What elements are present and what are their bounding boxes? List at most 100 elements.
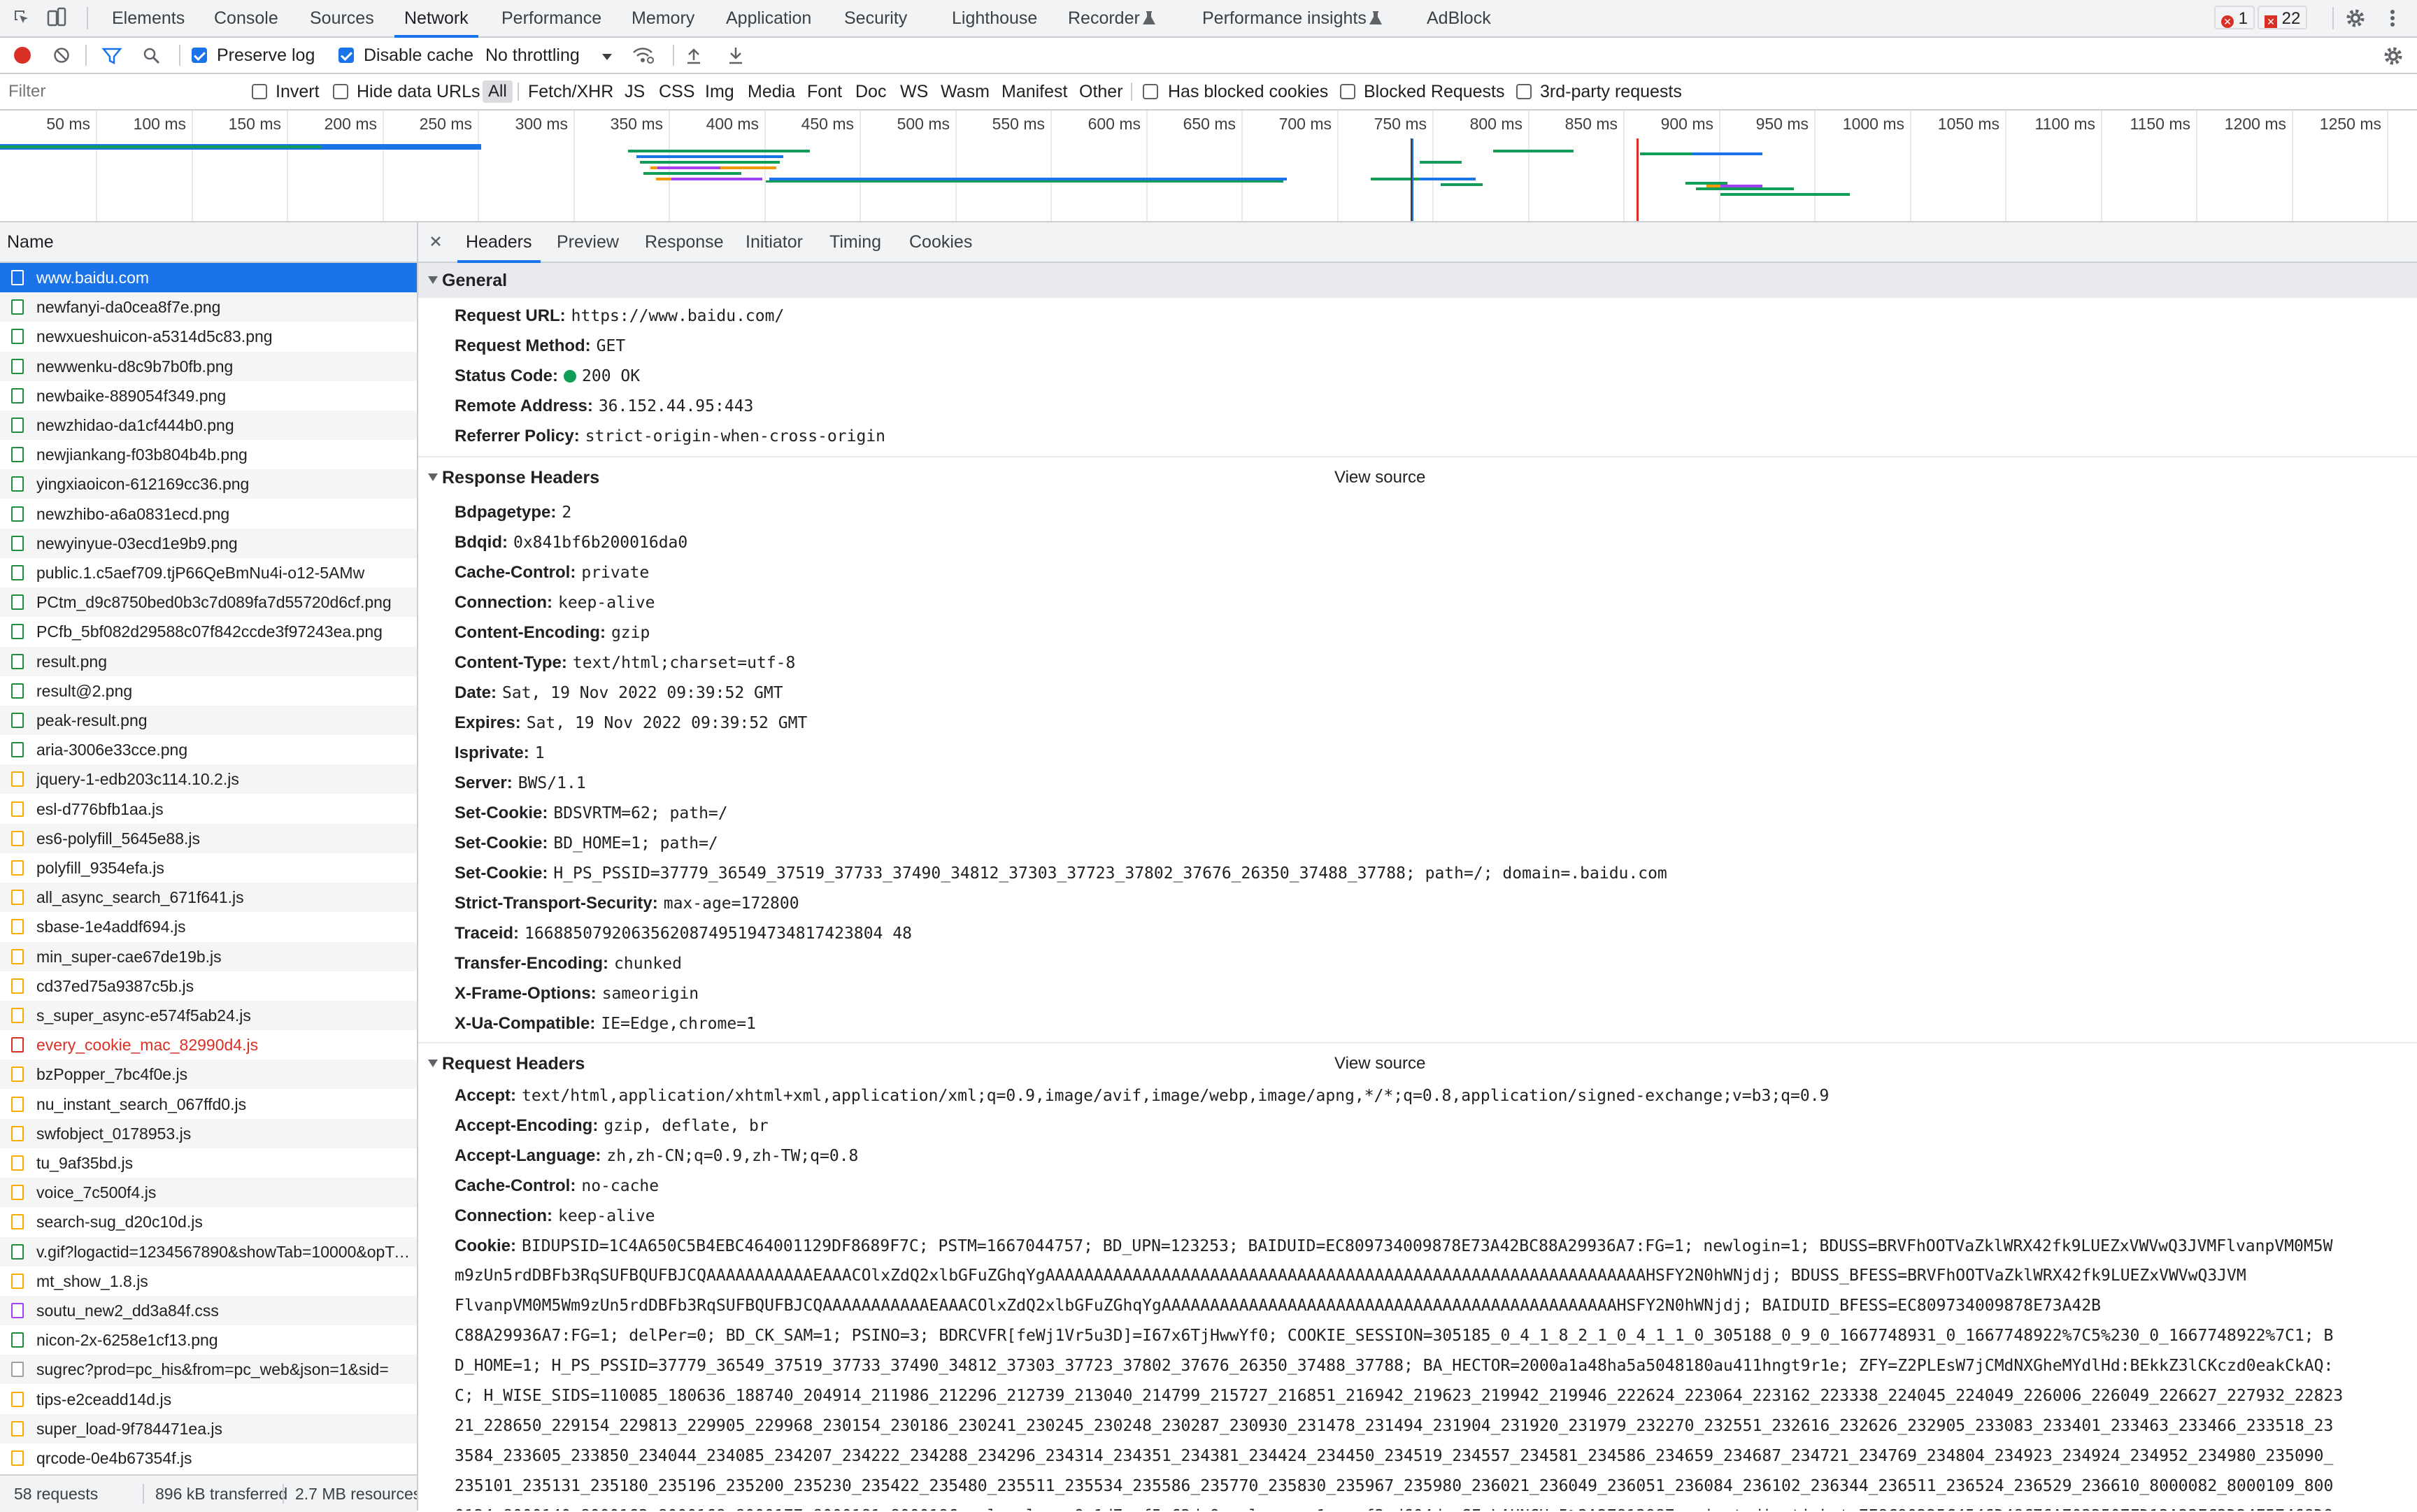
request-row[interactable]: sugrec?prod=pc_his&from=pc_web&json=1&si… — [0, 1355, 417, 1385]
header-row[interactable]: Set-Cookie: BD_HOME=1; path=/ — [455, 828, 2413, 858]
request-row[interactable]: newfanyi-da0cea8f7e.png — [0, 292, 417, 322]
type-filter-media[interactable]: Media — [748, 74, 795, 109]
tab-preview[interactable]: Preview — [557, 222, 619, 262]
header-row[interactable]: Request URL: https://www.baidu.com/ — [455, 301, 2413, 331]
request-row[interactable]: v.gif?logactid=1234567890&showTab=10000&… — [0, 1236, 417, 1267]
request-row[interactable]: voice_7c500f4.js — [0, 1178, 417, 1208]
tab-security[interactable]: Security — [844, 0, 907, 36]
network-overview-timeline[interactable]: 50 ms 100 ms 150 ms 200 ms 250 ms 300 ms 350 m… — [0, 110, 2417, 222]
request-row[interactable]: newzhibo-a6a0831ecd.png — [0, 499, 417, 529]
header-row[interactable]: Accept: text/html,application/xhtml+xml,a… — [455, 1080, 2413, 1111]
request-row[interactable]: public.1.c5aef709.tjP66QeBmNu4i-o12-5AMw — [0, 558, 417, 587]
warning-count-badge[interactable]: ✕ 22 — [2258, 6, 2308, 29]
view-source-link[interactable]: View source — [1334, 460, 1425, 495]
preserve-log-checkbox[interactable] — [192, 48, 207, 63]
type-filter-ws[interactable]: WS — [900, 74, 928, 109]
filter-input[interactable] — [4, 78, 232, 105]
request-row[interactable]: swfobject_0178953.js — [0, 1118, 417, 1148]
tab-initiator[interactable]: Initiator — [746, 222, 803, 262]
request-row[interactable]: all_async_search_671f641.js — [0, 883, 417, 913]
header-row[interactable]: Set-Cookie: BDSVRTM=62; path=/ — [455, 798, 2413, 828]
request-row[interactable]: tips-e2ceadd14d.js — [0, 1385, 417, 1414]
header-row[interactable]: Isprivate: 1 — [455, 738, 2413, 768]
request-row[interactable]: www.baidu.com — [0, 263, 417, 292]
throttling-select[interactable]: No throttling — [485, 38, 580, 73]
header-row[interactable]: Bdqid: 0x841bf6b200016da0 — [455, 527, 2413, 557]
view-source-link[interactable]: View source — [1334, 1046, 1425, 1081]
name-column-header[interactable]: Name — [0, 222, 417, 263]
header-row[interactable]: X-Ua-Compatible: IE=Edge,chrome=1 — [455, 1008, 2413, 1039]
request-row[interactable]: aria-3006e33cce.png — [0, 735, 417, 764]
header-row[interactable]: Request Method: GET — [455, 331, 2413, 361]
request-row[interactable]: soutu_new2_dd3a84f.css — [0, 1296, 417, 1325]
header-row[interactable]: Traceid: 16688507920635620874951947348174… — [455, 918, 2413, 948]
header-row[interactable]: Connection: keep-alive — [455, 587, 2413, 618]
header-row[interactable]: Strict-Transport-Security: max-age=172800 — [455, 888, 2413, 918]
blocked-requests-checkbox[interactable] — [1340, 84, 1355, 99]
request-row[interactable]: nu_instant_search_067ffd0.js — [0, 1090, 417, 1119]
blocked-requests-label[interactable]: Blocked Requests — [1364, 74, 1505, 109]
tab-performance-insights[interactable]: Performance insights — [1202, 0, 1367, 36]
header-row[interactable]: Server: BWS/1.1 — [455, 768, 2413, 798]
request-row[interactable]: yingxiaoicon-612169cc36.png — [0, 469, 417, 499]
request-row[interactable]: search-sug_d20c10d.js — [0, 1207, 417, 1236]
request-row[interactable]: tu_9af35bd.js — [0, 1148, 417, 1178]
tab-elements[interactable]: Elements — [112, 0, 185, 36]
disable-cache-label[interactable]: Disable cache — [364, 38, 473, 73]
header-row[interactable]: Transfer-Encoding: chunked — [455, 948, 2413, 978]
record-button[interactable] — [14, 47, 31, 64]
inspect-element-icon[interactable] — [13, 8, 31, 27]
tab-performance[interactable]: Performance — [501, 0, 601, 36]
request-row[interactable]: esl-d776bfb1aa.js — [0, 794, 417, 824]
request-row[interactable]: polyfill_9354efa.js — [0, 853, 417, 883]
type-filter-fetch-xhr[interactable]: Fetch/XHR — [528, 74, 613, 109]
request-row[interactable]: every_cookie_mac_82990d4.js — [0, 1030, 417, 1060]
import-har-icon[interactable] — [685, 46, 702, 64]
filter-icon[interactable] — [101, 47, 122, 65]
tab-timing[interactable]: Timing — [829, 222, 881, 262]
hide-data-urls-label[interactable]: Hide data URLs — [357, 74, 480, 109]
header-row[interactable]: Remote Address: 36.152.44.95:443 — [455, 391, 2413, 421]
request-row[interactable]: newbaike-889054f349.png — [0, 381, 417, 411]
request-row[interactable]: PCtm_d9c8750bed0b3c7d089fa7d55720d6cf.pn… — [0, 587, 417, 618]
request-row[interactable]: s_super_async-e574f5ab24.js — [0, 1001, 417, 1030]
clear-icon[interactable] — [53, 47, 70, 64]
disable-cache-checkbox[interactable] — [338, 48, 354, 63]
third-party-requests-checkbox[interactable] — [1516, 84, 1532, 99]
type-filter-other[interactable]: Other — [1079, 74, 1123, 109]
type-filter-all[interactable]: All — [483, 80, 513, 103]
tab-adblock[interactable]: AdBlock — [1427, 0, 1491, 36]
search-icon[interactable] — [143, 47, 161, 65]
type-filter-wasm[interactable]: Wasm — [941, 74, 990, 109]
has-blocked-cookies-checkbox[interactable] — [1143, 84, 1158, 99]
request-row[interactable]: jquery-1-edb203c114.10.2.js — [0, 764, 417, 794]
header-row[interactable]: Status Code: 200 OK — [455, 361, 2413, 391]
type-filter-img[interactable]: Img — [705, 74, 734, 109]
gear-icon[interactable] — [2344, 7, 2367, 29]
request-row[interactable]: newwenku-d8c9b7b0fb.png — [0, 351, 417, 381]
type-filter-font[interactable]: Font — [807, 74, 842, 109]
request-row[interactable]: mt_show_1.8.js — [0, 1267, 417, 1296]
header-row[interactable]: Accept-Encoding: gzip, deflate, br — [455, 1111, 2413, 1141]
header-row[interactable]: Accept-Language: zh,zh-CN;q=0.9,zh-TW;q=0… — [455, 1141, 2413, 1171]
type-filter-css[interactable]: CSS — [659, 74, 694, 109]
tab-application[interactable]: Application — [726, 0, 811, 36]
request-headers-section-header[interactable]: Request Headers View source — [418, 1046, 2417, 1081]
more-vertical-icon[interactable] — [2389, 8, 2396, 28]
tab-headers[interactable]: Headers — [457, 222, 540, 263]
request-row[interactable]: min_super-cae67de19b.js — [0, 941, 417, 971]
header-row[interactable]: Bdpagetype: 2 — [455, 497, 2413, 527]
third-party-requests-label[interactable]: 3rd-party requests — [1540, 74, 1682, 109]
type-filter-doc[interactable]: Doc — [855, 74, 886, 109]
header-row[interactable]: Referrer Policy: strict-origin-when-cross… — [455, 421, 2413, 451]
tab-recorder[interactable]: Recorder — [1068, 0, 1140, 36]
header-row[interactable]: Cache-Control: no-cache — [455, 1171, 2413, 1201]
chevron-down-icon[interactable] — [601, 52, 613, 60]
request-row[interactable]: newyinyue-03ecd1e9b9.png — [0, 528, 417, 558]
request-row[interactable]: cd37ed75a9387c5b.js — [0, 971, 417, 1001]
header-row[interactable]: Date: Sat, 19 Nov 2022 09:39:52 GMT — [455, 678, 2413, 708]
request-row[interactable]: super_load-9f784471ea.js — [0, 1413, 417, 1443]
request-row[interactable]: qrcode-0e4b67354f.js — [0, 1443, 417, 1473]
type-filter-js[interactable]: JS — [625, 74, 645, 109]
device-toolbar-icon[interactable] — [46, 7, 67, 28]
